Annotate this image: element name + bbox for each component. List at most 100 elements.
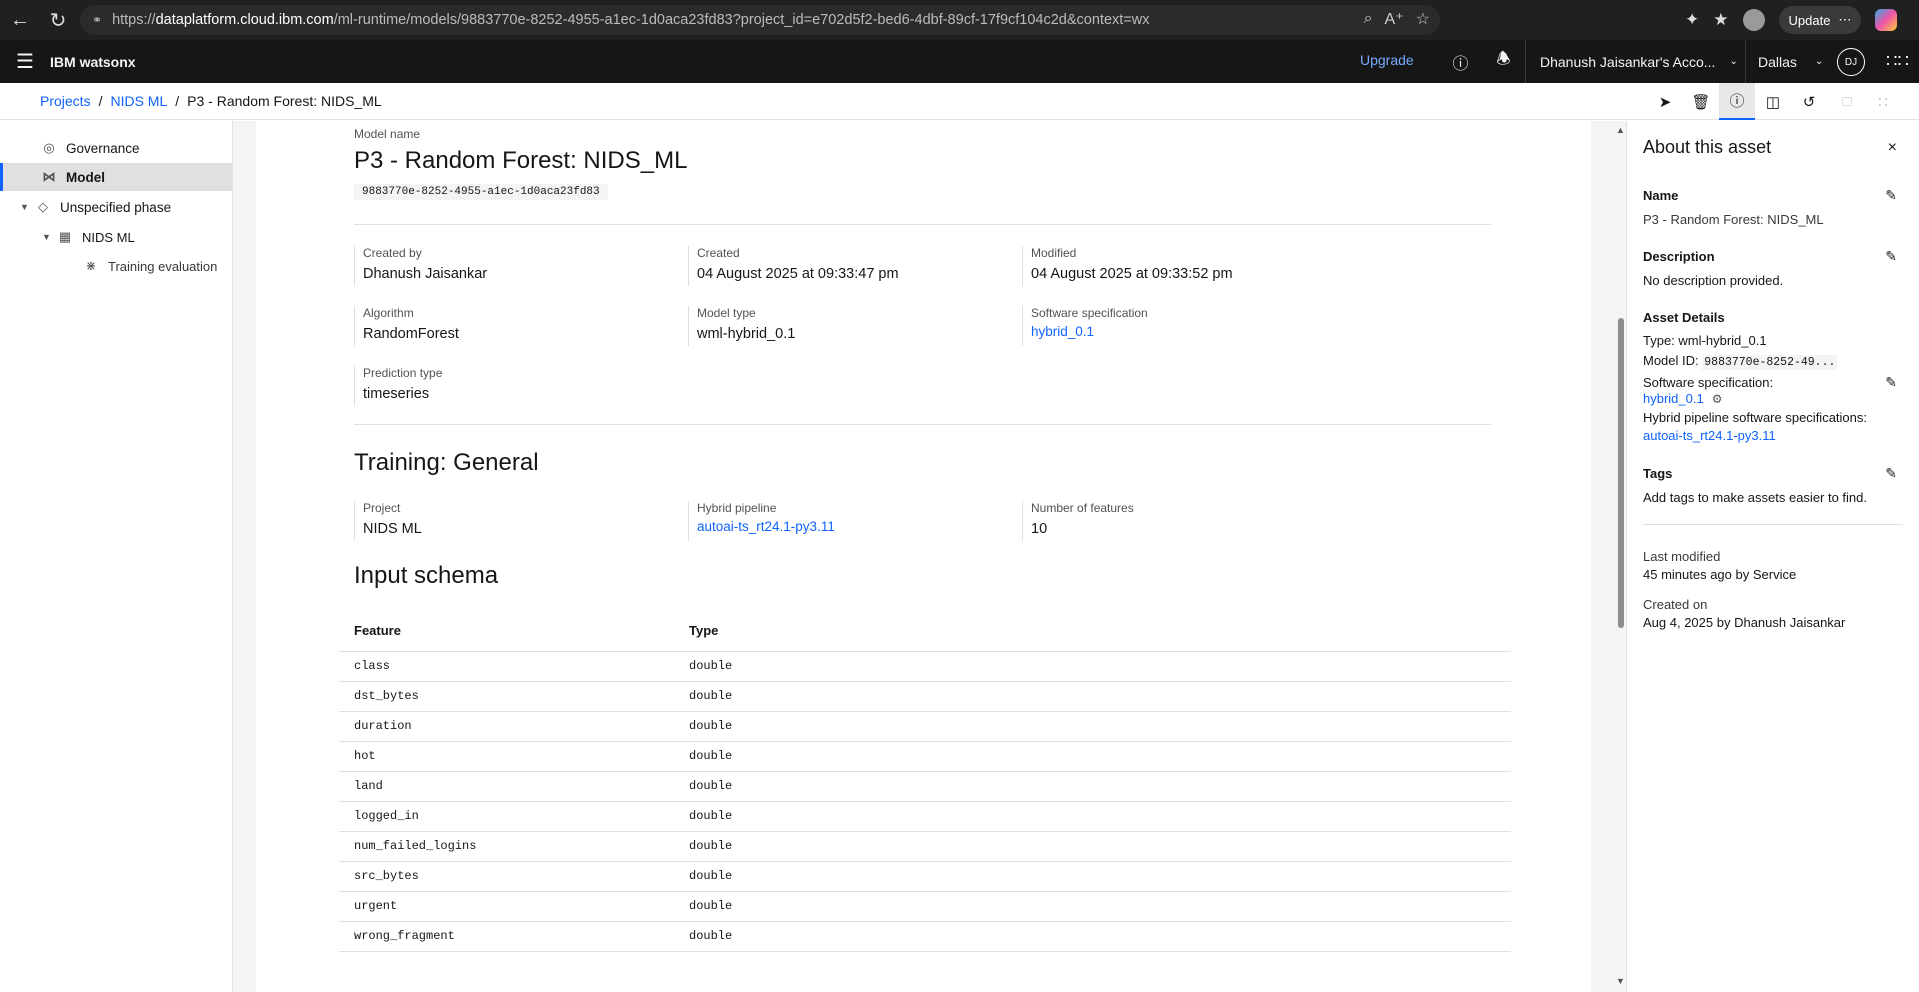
app-switcher-icon[interactable]: ∷∷ [1876,40,1919,83]
field-label: Number of features [1031,501,1134,515]
software-spec-link[interactable]: hybrid_0.1 [1643,391,1704,406]
hybrid-spec-link[interactable]: autoai-ts_rt24.1-py3.11 [1643,428,1776,443]
software-spec-label: Software specification: [1643,375,1774,390]
more-icon[interactable]: ⋯ [1838,12,1851,28]
caret-down-icon[interactable]: ▼ [20,202,34,212]
field-value: 10 [1031,521,1048,537]
upgrade-link[interactable]: Upgrade [1360,52,1414,68]
type-cell: double [674,771,1511,802]
copilot-icon[interactable] [1875,9,1898,31]
close-icon[interactable]: × [1888,139,1897,157]
sidebar-item-project[interactable]: ▼ ▦ NIDS ML [0,223,232,251]
app-header: ☰ IBM watsonx Upgrade ⓘ 🕭 Dhanush Jaisan… [0,40,1919,83]
edit-description-icon[interactable]: ✎ [1885,248,1897,265]
sidebar-item-label: Training evaluation [108,258,218,274]
feature-cell: src_bytes [339,861,674,892]
chevron-down-icon: ⌄ [1814,56,1824,67]
created-on-heading: Created on [1643,597,1708,612]
feature-cell: land [339,771,674,802]
sidebar-item-label: Model [66,169,105,185]
asset-description: No description provided. [1643,273,1784,288]
history-icon[interactable]: ↺ [1791,83,1827,120]
profile-icon[interactable] [1742,9,1765,31]
description-heading: Description [1643,249,1715,264]
model-id-tag: 9883770e-8252-4955-a1ec-1d0aca23fd83 [354,184,608,200]
scroll-up-icon[interactable]: ▲ [1616,125,1625,135]
table-row: logged_in double [339,801,1511,832]
field-label: Model type [697,306,756,320]
project-field: Project NIDS ML [354,501,422,541]
lock-icon: ⚭ [92,13,103,27]
brand-logo[interactable]: IBM watsonx [50,54,136,70]
scroll-down-icon[interactable]: ▼ [1616,976,1625,986]
sidebar-item-model[interactable]: ⋈ Model [0,163,232,191]
type-cell: double [674,741,1511,772]
breadcrumb: Projects / NIDS ML / P3 - Random Forest:… [0,83,1919,120]
table-row: class double [339,651,1511,682]
project-icon: ▦ [58,229,72,244]
type-cell: double [674,921,1511,952]
panel-title: About this asset [1643,137,1772,157]
browser-toolbar: ← ↻ ⚭ https://dataplatform.cloud.ibm.com… [0,0,1919,40]
input-schema-table: Feature Type class double dst_bytes double… [339,611,1511,952]
settings-icon[interactable]: ⚙ [1712,392,1723,406]
type-cell: double [674,711,1511,742]
hybrid-pipeline-link[interactable]: autoai-ts_rt24.1-py3.11 [697,519,835,534]
sidebar-item-training-evaluation[interactable]: ⋇ Training evaluation [0,252,232,280]
model-details: Model name P3 - Random Forest: NIDS_ML 9… [256,121,1591,992]
apps-icon[interactable]: ∷ [1865,83,1901,120]
caret-down-icon[interactable]: ▼ [42,232,56,242]
type-value: wml-hybrid_0.1 [1678,333,1767,348]
sidebar-item-phase[interactable]: ▼ ◇ Unspecified phase [0,193,232,221]
sidebar-item-governance[interactable]: ◎ Governance [0,134,232,162]
field-value: wml-hybrid_0.1 [697,326,796,342]
field-value: NIDS ML [363,521,422,537]
breadcrumb-projects[interactable]: Projects [40,93,91,109]
feature-cell: num_failed_logins [339,831,674,862]
zoom-icon[interactable]: ⌕ [1364,10,1373,28]
region-switcher[interactable]: Dallas ⌄ [1745,40,1835,83]
edit-name-icon[interactable]: ✎ [1885,187,1897,204]
about-asset-panel: About this asset × Name ✎ P3 - Random Fo… [1626,121,1919,992]
account-switcher[interactable]: Dhanush Jaisankar's Acco... ⌄ [1525,40,1740,83]
schema-heading: Input schema [354,562,499,589]
account-name: Dhanush Jaisankar's Acco... [1540,53,1716,70]
prediction-type-field: Prediction type timeseries [354,366,442,406]
divider [354,224,1491,225]
scrollbar-thumb[interactable] [1618,318,1624,628]
algorithm-field: Algorithm RandomForest [354,306,459,346]
reload-icon[interactable]: ↻ [40,2,76,38]
deploy-icon[interactable]: ➤ [1647,83,1683,120]
favorites-icon[interactable]: ★ [1713,10,1728,30]
edit-spec-icon[interactable]: ✎ [1885,374,1897,391]
menu-icon[interactable]: ☰ [0,40,50,83]
extensions-icon[interactable]: ✦ [1685,10,1699,30]
read-aloud-icon[interactable]: A⁺ [1385,9,1404,29]
software-spec-link[interactable]: hybrid_0.1 [1031,324,1148,339]
breadcrumb-project[interactable]: NIDS ML [110,93,167,109]
update-label: Update [1788,12,1831,28]
breadcrumb-current: P3 - Random Forest: NIDS_ML [187,93,382,109]
field-label: Created by [363,246,422,260]
favorite-star-icon[interactable]: ☆ [1416,9,1430,29]
url-path: /ml-runtime/models/9883770e-8252-4955-a1… [333,12,1150,28]
delete-icon[interactable]: 🗑 [1683,83,1719,120]
field-label: Hybrid pipeline [697,501,777,515]
comment-icon[interactable]: □ [1829,83,1865,120]
model-icon: ⋈ [42,169,56,184]
edit-tags-icon[interactable]: ✎ [1885,465,1897,482]
field-value: 04 August 2025 at 09:33:47 pm [697,266,899,282]
update-button[interactable]: Update ⋯ [1778,6,1862,34]
info-icon[interactable]: ⓘ [1719,83,1755,120]
field-label: Created [697,246,740,260]
created-field: Created 04 August 2025 at 09:33:47 pm [688,246,899,286]
address-bar[interactable]: ⚭ https://dataplatform.cloud.ibm.com/ml-… [80,5,1440,35]
back-icon[interactable]: ← [2,2,38,38]
model-id-value: 9883770e-8252-49... [1702,355,1838,370]
lineage-icon[interactable]: ◫ [1755,83,1791,120]
name-heading: Name [1643,188,1679,203]
help-icon[interactable]: ⓘ [1439,40,1482,83]
feature-cell: logged_in [339,801,674,832]
notification-icon[interactable]: 🕭 [1482,40,1525,83]
avatar[interactable]: DJ [1837,48,1865,76]
